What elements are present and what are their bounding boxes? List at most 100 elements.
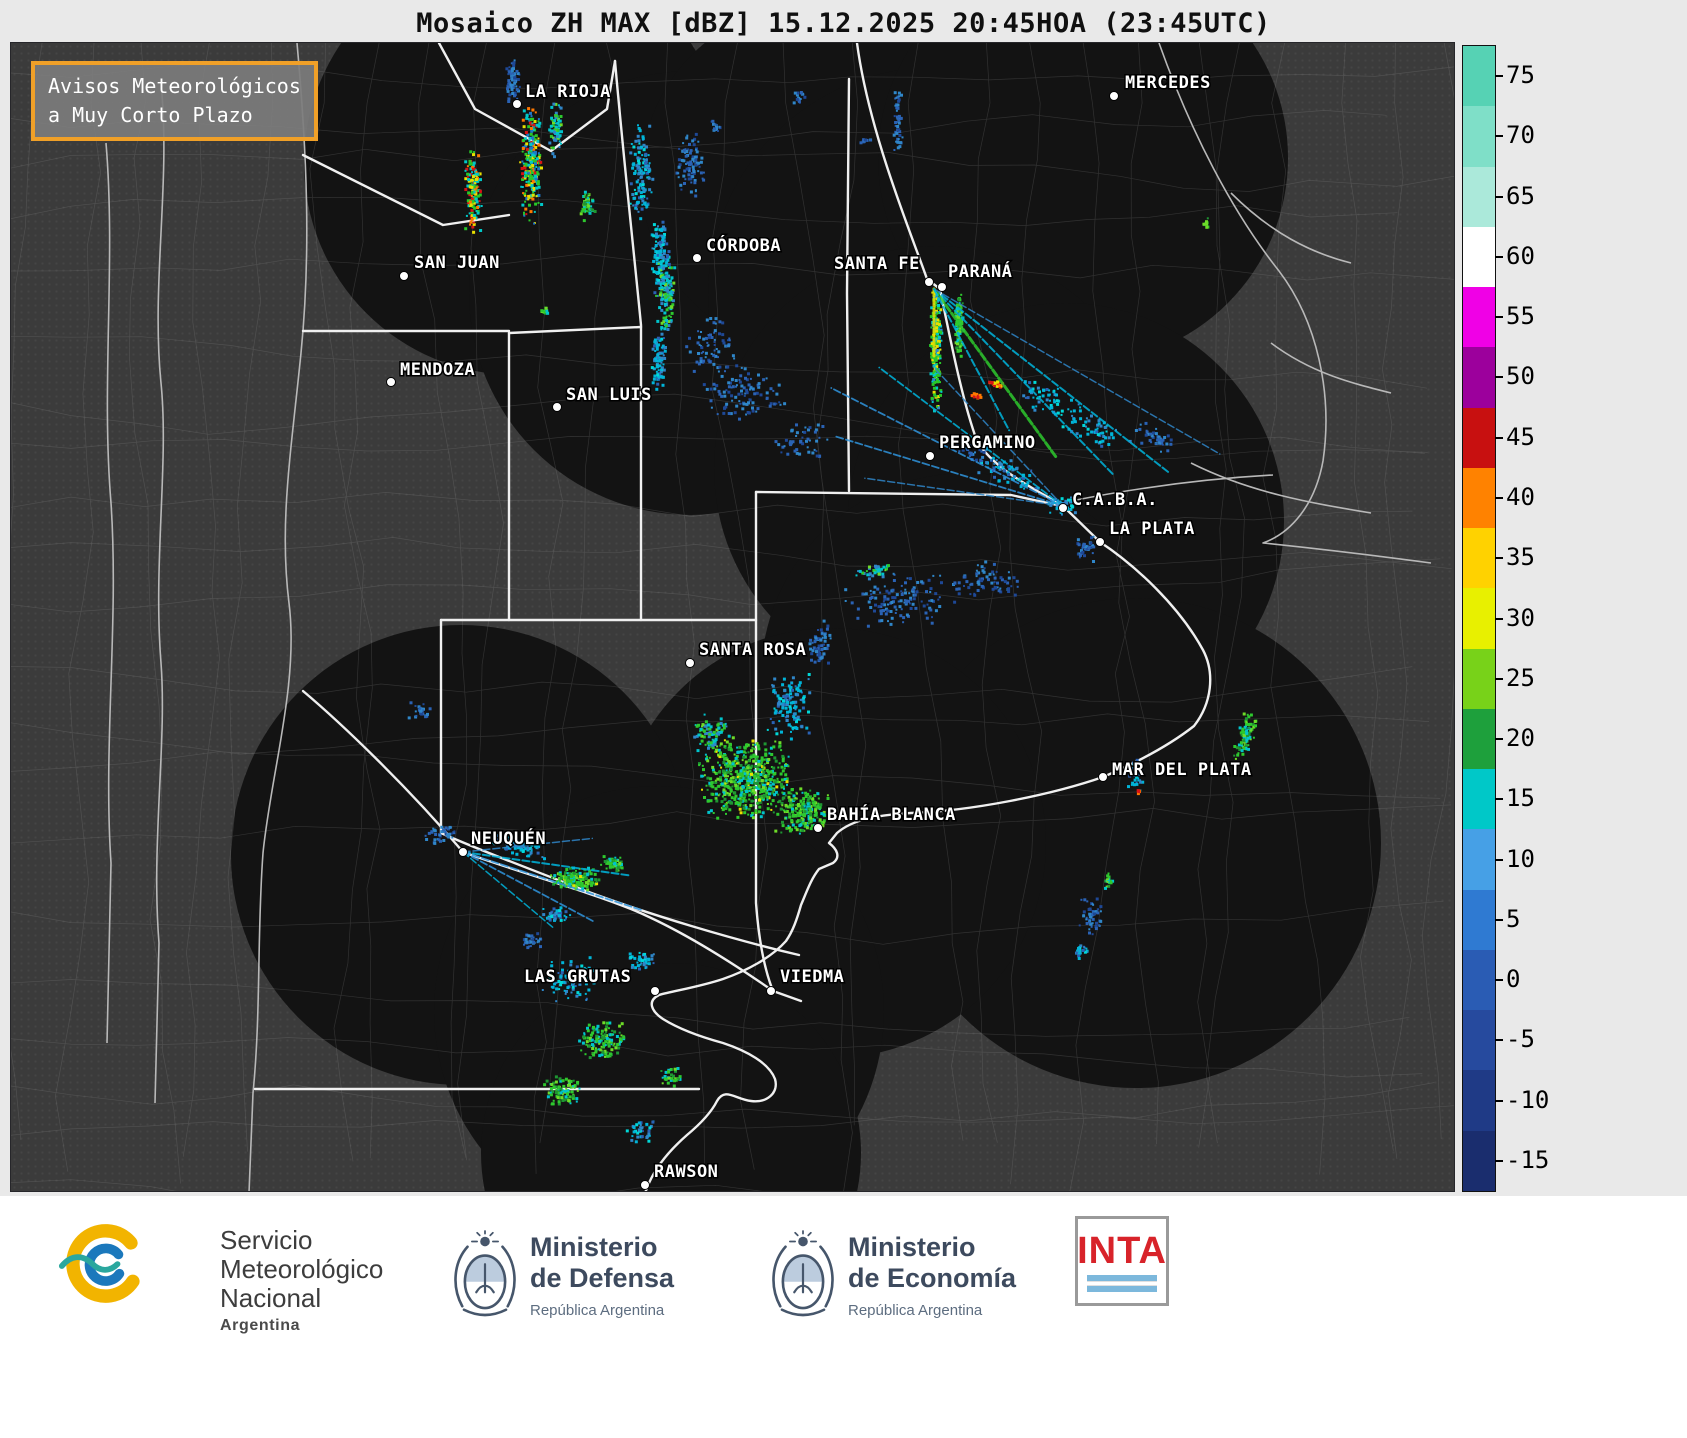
colorbar-tick [1495, 677, 1503, 680]
city-label: SAN JUAN [414, 253, 500, 273]
inta-logo: INTA [1075, 1216, 1169, 1306]
colorbar-tick [1495, 316, 1503, 319]
city-dot [1098, 772, 1108, 782]
city-label: MAR DEL PLATA [1112, 760, 1252, 780]
warning-badge-line1: Avisos Meteorológicos [48, 74, 301, 98]
colorbar-tick-label: 25 [1506, 663, 1535, 692]
city-dot [1058, 503, 1068, 513]
colorbar-tick [1495, 1159, 1503, 1162]
colorbar-tick-label: 70 [1506, 121, 1535, 150]
colorbar-segment [1463, 287, 1495, 348]
city-label: SAN LUIS [566, 385, 652, 405]
colorbar-segment [1463, 528, 1495, 589]
city-dot [386, 377, 396, 387]
warning-badge[interactable]: Avisos Meteorológicos a Muy Corto Plazo [31, 61, 318, 141]
colorbar-tick-label: 75 [1506, 61, 1535, 90]
colorbar-tick [1495, 617, 1503, 620]
radar-map: MERCEDES LA RIOJA CÓRDOBA SANTA FE PARANÁ SAN… [10, 42, 1455, 1192]
city-dot [458, 847, 468, 857]
city-label: VIEDMA [780, 967, 844, 987]
city-dot [937, 282, 947, 292]
ministry-title-line: de Defensa [530, 1263, 675, 1293]
colorbar-segment [1463, 1010, 1495, 1071]
city-dot [650, 986, 660, 996]
colorbar-tick [1495, 557, 1503, 560]
ministry-defensa-block: Ministerio de Defensa República Argentin… [450, 1220, 750, 1330]
city-dot [1109, 91, 1119, 101]
colorbar-segment [1463, 588, 1495, 649]
city-dot [813, 823, 823, 833]
colorbar-tick [1495, 376, 1503, 379]
city-dot [399, 271, 409, 281]
colorbar-segment [1463, 46, 1495, 107]
smn-name-line: Meteorológico [220, 1254, 384, 1284]
coat-of-arms-icon [772, 1229, 834, 1317]
colorbar-segment [1463, 467, 1495, 528]
colorbar-tick [1495, 738, 1503, 741]
page-title: Mosaico ZH MAX [dBZ] 15.12.2025 20:45HOA… [416, 8, 1271, 39]
smn-logo-icon [58, 1224, 140, 1303]
colorbar-tick [1495, 496, 1503, 499]
city-label: SANTA ROSA [699, 640, 806, 660]
colorbar-tick [1495, 195, 1503, 198]
colorbar-segment [1463, 226, 1495, 287]
city-label: SANTA FE [834, 254, 920, 274]
colorbar-tick [1495, 858, 1503, 861]
ministry-title-line: Ministerio [848, 1232, 976, 1262]
colorbar-tick-label: 15 [1506, 784, 1535, 813]
colorbar-tick [1495, 436, 1503, 439]
colorbar-tick [1495, 918, 1503, 921]
colorbar-segment [1463, 769, 1495, 830]
colorbar-tick [1495, 1039, 1503, 1042]
coat-of-arms-icon [454, 1229, 516, 1317]
city-label: MERCEDES [1125, 73, 1211, 93]
inta-wordmark: INTA [1077, 1229, 1167, 1272]
colorbar-tick [1495, 979, 1503, 982]
radar-coverage-circles [231, 43, 1381, 1191]
city-label: PERGAMINO [939, 433, 1036, 453]
city-label: RAWSON [654, 1162, 718, 1182]
city-dot [924, 277, 934, 287]
colorbar-segment [1463, 166, 1495, 227]
colorbar-tick-label: 20 [1506, 724, 1535, 753]
colorbar-tick-label: 50 [1506, 362, 1535, 391]
colorbar-tick [1495, 255, 1503, 258]
colorbar-tick-label: 35 [1506, 543, 1535, 572]
city-label: LA PLATA [1109, 519, 1195, 539]
colorbar-tick-label: 0 [1506, 965, 1521, 994]
colorbar-tick-label: 55 [1506, 302, 1535, 331]
colorbar-tick-label: 60 [1506, 241, 1535, 270]
city-label: MENDOZA [400, 360, 475, 380]
colorbar-tick-label: 40 [1506, 482, 1535, 511]
city-dot [640, 1180, 650, 1190]
colorbar-segment [1463, 949, 1495, 1010]
colorbar-segment [1463, 648, 1495, 709]
city-label: LAS GRUTAS [524, 967, 631, 987]
footer: Servicio Meteorológico Nacional Argentin… [0, 1196, 1687, 1438]
city-dot [512, 99, 522, 109]
inta-stripes-icon [1087, 1274, 1157, 1292]
colorbar-tick-label: 30 [1506, 603, 1535, 632]
colorbar-tick-label: 65 [1506, 181, 1535, 210]
city-dot [685, 658, 695, 668]
colorbar-segment [1463, 1070, 1495, 1131]
ministry-title-line: de Economía [848, 1263, 1017, 1293]
colorbar-tick [1495, 1099, 1503, 1102]
radar-product-page: Mosaico ZH MAX [dBZ] 15.12.2025 20:45HOA… [0, 0, 1687, 1438]
city-label: NEUQUÉN [471, 827, 546, 849]
radar-map-canvas: MERCEDES LA RIOJA CÓRDOBA SANTA FE PARANÁ SAN… [11, 43, 1454, 1191]
city-dot [552, 402, 562, 412]
ministry-economia-block: Ministerio de Economía República Argenti… [768, 1220, 1068, 1330]
colorbar-tick-label: -10 [1506, 1085, 1550, 1114]
ministry-title-line: Ministerio [530, 1232, 658, 1262]
city-dot [692, 253, 702, 263]
colorbar-tick-label: -15 [1506, 1145, 1550, 1174]
smn-name-line: Nacional [220, 1283, 322, 1313]
colorbar-segment [1463, 407, 1495, 468]
city-label: BAHÍA BLANCA [827, 803, 956, 825]
city-label: CÓRDOBA [706, 234, 781, 256]
colorbar-segment [1463, 708, 1495, 769]
colorbar-tick [1495, 75, 1503, 78]
smn-name-line: Servicio [220, 1225, 313, 1255]
colorbar-labels: 75 70 65 60 55 50 45 40 35 30 25 20 15 10 5 0 -5 -10 -15 [1506, 45, 1596, 1192]
